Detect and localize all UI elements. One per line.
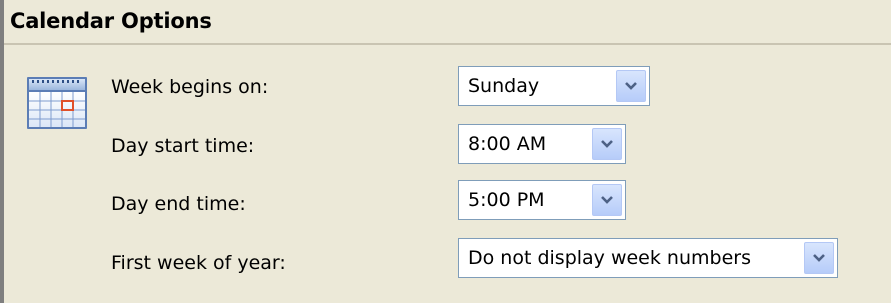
first-week-dropdown[interactable]: Do not display week numbers — [458, 238, 838, 278]
first-week-dropdown-button[interactable] — [804, 242, 834, 274]
chevron-down-icon — [625, 82, 637, 90]
section-header: Calendar Options — [4, 0, 891, 45]
day-start-dropdown-button[interactable] — [592, 128, 622, 160]
day-end-value: 5:00 PM — [468, 189, 545, 211]
day-end-dropdown[interactable]: 5:00 PM — [458, 180, 626, 220]
week-begins-dropdown-button[interactable] — [616, 70, 646, 102]
week-begins-label: Week begins on: — [111, 76, 269, 98]
day-start-dropdown[interactable]: 8:00 AM — [458, 124, 626, 164]
day-end-label: Day end time: — [111, 193, 246, 215]
day-start-label: Day start time: — [111, 135, 255, 157]
chevron-down-icon — [601, 140, 613, 148]
day-end-dropdown-button[interactable] — [592, 184, 622, 216]
chevron-down-icon — [601, 196, 613, 204]
week-begins-dropdown[interactable]: Sunday — [458, 66, 650, 106]
chevron-down-icon — [813, 254, 825, 262]
section-title: Calendar Options — [10, 9, 212, 33]
week-begins-value: Sunday — [468, 75, 540, 97]
panel-left-border — [0, 0, 4, 303]
first-week-value: Do not display week numbers — [468, 247, 751, 269]
first-week-label: First week of year: — [111, 252, 286, 274]
calendar-icon — [27, 77, 87, 129]
day-start-value: 8:00 AM — [468, 133, 547, 155]
